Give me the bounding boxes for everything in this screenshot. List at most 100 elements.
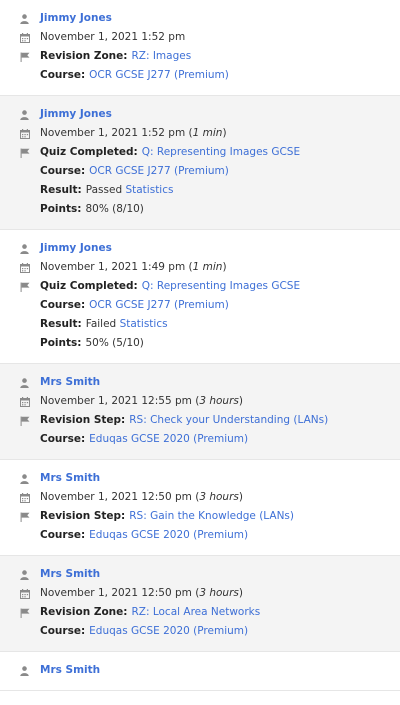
flag-icon [20, 282, 40, 292]
datetime-row: November 1, 2021 12:50 pm (3 hours) [20, 488, 386, 507]
user-name-link[interactable]: Mrs Smith [40, 373, 100, 392]
course-label: Course: [40, 69, 86, 81]
activity-datetime: November 1, 2021 1:52 pm [40, 127, 186, 139]
duration-open-paren: ( [191, 587, 200, 599]
course-label: Course: [40, 529, 86, 541]
activity-duration: 3 hours [199, 395, 239, 407]
course-link[interactable]: Eduqas GCSE 2020 (Premium) [89, 526, 248, 545]
activity-datetime: November 1, 2021 12:50 pm [40, 587, 192, 599]
statistics-link[interactable]: Statistics [120, 315, 168, 334]
activity-duration: 1 min [192, 261, 223, 273]
flag-icon [20, 416, 40, 426]
datetime-row: November 1, 2021 12:55 pm (3 hours) [20, 392, 386, 411]
course-link[interactable]: Eduqas GCSE 2020 (Premium) [89, 430, 248, 449]
user-name-link[interactable]: Mrs Smith [40, 565, 100, 584]
course-link[interactable]: OCR GCSE J277 (Premium) [89, 296, 229, 315]
datetime-row: November 1, 2021 1:52 pm (1 min) [20, 124, 386, 143]
points-label: Points: [40, 337, 82, 349]
course-row: Course: Eduqas GCSE 2020 (Premium) [20, 430, 386, 449]
activity-type-label: Quiz Completed: [40, 280, 138, 292]
activity-datetime: November 1, 2021 12:55 pm [40, 395, 192, 407]
activity-type-label: Quiz Completed: [40, 146, 138, 158]
activity-row: Quiz Completed: Q: Representing Images GC… [20, 143, 386, 162]
course-link[interactable]: Eduqas GCSE 2020 (Premium) [89, 622, 248, 641]
activity-row: Revision Step: RS: Gain the Knowledge (LA… [20, 507, 386, 526]
flag-icon [20, 52, 40, 62]
course-label: Course: [40, 625, 86, 637]
activity-datetime: November 1, 2021 1:52 pm [40, 31, 186, 43]
datetime-row: November 1, 2021 1:49 pm (1 min) [20, 258, 386, 277]
duration-open-paren: ( [185, 127, 193, 139]
user-name-link[interactable]: Jimmy Jones [40, 9, 112, 28]
course-row: Course: Eduqas GCSE 2020 (Premium) [20, 622, 386, 641]
activity-feed: Jimmy Jones November 1, 2021 1:52 pm Revis… [0, 0, 400, 691]
activity-entry: Mrs Smith November 1, 2021 12:50 pm (3 ho… [0, 460, 400, 556]
activity-entry: Mrs Smith November 1, 2021 12:50 pm (3 ho… [0, 556, 400, 652]
course-link[interactable]: OCR GCSE J277 (Premium) [89, 66, 229, 85]
statistics-link[interactable]: Statistics [125, 181, 173, 200]
activity-link[interactable]: RZ: Local Area Networks [131, 603, 260, 622]
activity-row: Revision Zone: RZ: Images [20, 47, 386, 66]
activity-link[interactable]: Q: Representing Images GCSE [142, 277, 300, 296]
result-row: Result: Failed Statistics [20, 315, 386, 334]
user-icon [20, 13, 40, 24]
user-name-link[interactable]: Jimmy Jones [40, 105, 112, 124]
activity-entry: Jimmy Jones November 1, 2021 1:52 pm Revis… [0, 0, 400, 96]
activity-link[interactable]: Q: Representing Images GCSE [142, 143, 300, 162]
course-row: Course: OCR GCSE J277 (Premium) [20, 296, 386, 315]
user-icon [20, 109, 40, 120]
user-name-link[interactable]: Mrs Smith [40, 469, 100, 488]
result-label: Result: [40, 318, 82, 330]
flag-icon [20, 608, 40, 618]
calendar-icon [20, 492, 40, 503]
user-row: Mrs Smith [20, 469, 386, 488]
activity-duration: 1 min [192, 127, 223, 139]
user-icon [20, 243, 40, 254]
course-link[interactable]: OCR GCSE J277 (Premium) [89, 162, 229, 181]
user-row: Mrs Smith [20, 373, 386, 392]
points-value: 50% (5/10) [85, 337, 144, 349]
duration-close-paren: ) [238, 491, 243, 503]
duration-close-paren: ) [238, 587, 243, 599]
points-value: 80% (8/10) [85, 203, 144, 215]
user-name-link[interactable]: Jimmy Jones [40, 239, 112, 258]
flag-icon [20, 148, 40, 158]
user-row: Jimmy Jones [20, 239, 386, 258]
result-value: Failed [85, 318, 117, 330]
user-icon [20, 377, 40, 388]
flag-icon [20, 512, 40, 522]
calendar-icon [20, 262, 40, 273]
datetime-row: November 1, 2021 1:52 pm [20, 28, 386, 47]
activity-entry: Jimmy Jones November 1, 2021 1:52 pm (1 m… [0, 96, 400, 230]
calendar-icon [20, 128, 40, 139]
result-label: Result: [40, 184, 82, 196]
activity-link[interactable]: RS: Check your Understanding (LANs) [129, 411, 328, 430]
activity-type-label: Revision Zone: [40, 50, 128, 62]
activity-datetime: November 1, 2021 12:50 pm [40, 491, 192, 503]
activity-row: Revision Step: RS: Check your Understandi… [20, 411, 386, 430]
activity-duration: 3 hours [199, 587, 239, 599]
calendar-icon [20, 396, 40, 407]
activity-row: Quiz Completed: Q: Representing Images GC… [20, 277, 386, 296]
course-label: Course: [40, 433, 86, 445]
duration-open-paren: ( [191, 491, 200, 503]
course-label: Course: [40, 299, 86, 311]
calendar-icon [20, 32, 40, 43]
activity-entry: Jimmy Jones November 1, 2021 1:49 pm (1 m… [0, 230, 400, 364]
course-row: Course: OCR GCSE J277 (Premium) [20, 162, 386, 181]
activity-duration: 3 hours [199, 491, 239, 503]
activity-link[interactable]: RZ: Images [131, 47, 191, 66]
user-icon [20, 473, 40, 484]
result-value: Passed [85, 184, 123, 196]
points-row: Points: 80% (8/10) [20, 200, 386, 219]
duration-close-paren: ) [238, 395, 243, 407]
activity-row: Revision Zone: RZ: Local Area Networks [20, 603, 386, 622]
calendar-icon [20, 588, 40, 599]
duration-close-paren: ) [222, 127, 227, 139]
user-row: Jimmy Jones [20, 105, 386, 124]
activity-type-label: Revision Step: [40, 510, 126, 522]
user-name-link[interactable]: Mrs Smith [40, 661, 100, 680]
course-label: Course: [40, 165, 86, 177]
activity-type-label: Revision Step: [40, 414, 126, 426]
activity-link[interactable]: RS: Gain the Knowledge (LANs) [129, 507, 294, 526]
